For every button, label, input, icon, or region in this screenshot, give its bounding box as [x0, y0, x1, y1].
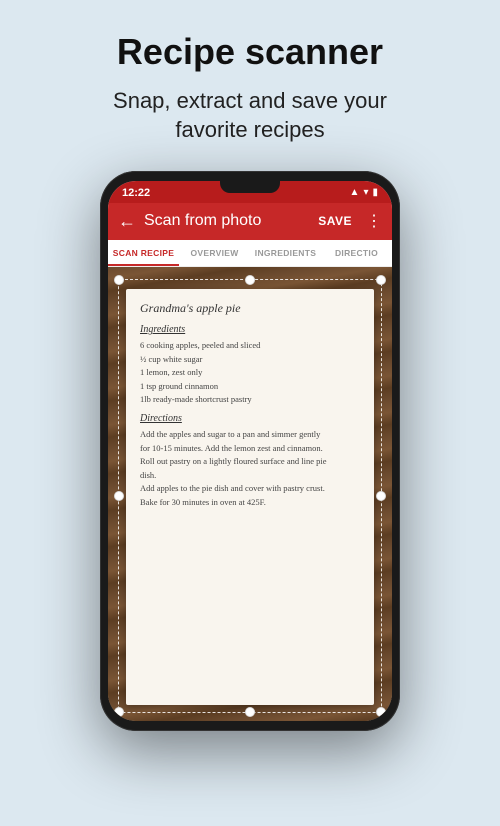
page-title: Recipe scanner [113, 32, 387, 72]
corner-handle-tm[interactable] [245, 275, 255, 285]
battery-icon: ▮ [372, 187, 378, 198]
app-bar-title: Scan from photo [144, 212, 310, 230]
phone-notch [220, 181, 280, 193]
phone-body: 12:22 ▲ ▾ ▮ ← Scan from photo SAVE ⋮ SCA… [100, 171, 400, 731]
save-button[interactable]: SAVE [318, 214, 352, 228]
tab-scan-recipe[interactable]: SCAN RECIPE [108, 240, 179, 266]
tab-directions[interactable]: DIRECTIO [321, 240, 392, 266]
tab-ingredients[interactable]: INGREDIENTS [250, 240, 321, 266]
header-section: Recipe scanner Snap, extract and save yo… [89, 0, 411, 161]
tab-overview[interactable]: OVERVIEW [179, 240, 250, 266]
wifi-icon: ▾ [363, 187, 368, 198]
corner-handle-ml[interactable] [114, 491, 124, 501]
back-button[interactable]: ← [118, 211, 136, 232]
phone-screen: 12:22 ▲ ▾ ▮ ← Scan from photo SAVE ⋮ SCA… [108, 181, 392, 721]
corner-handle-br[interactable] [376, 707, 386, 717]
scan-area: Grandma's apple pie Ingredients 6 cookin… [108, 267, 392, 721]
status-time: 12:22 [122, 187, 150, 199]
tabs-bar: SCAN RECIPE OVERVIEW INGREDIENTS DIRECTI… [108, 240, 392, 267]
more-menu-button[interactable]: ⋮ [366, 211, 382, 231]
scan-overlay [118, 279, 382, 713]
corner-handle-bm[interactable] [245, 707, 255, 717]
corner-handle-mr[interactable] [376, 491, 386, 501]
page-subtitle: Snap, extract and save your favorite rec… [113, 86, 387, 145]
status-icons: ▲ ▾ ▮ [350, 187, 378, 198]
signal-icon: ▲ [350, 187, 360, 198]
corner-handle-bl[interactable] [114, 707, 124, 717]
corner-handle-tl[interactable] [114, 275, 124, 285]
corner-handle-tr[interactable] [376, 275, 386, 285]
phone-mockup: 12:22 ▲ ▾ ▮ ← Scan from photo SAVE ⋮ SCA… [100, 171, 400, 731]
app-bar: ← Scan from photo SAVE ⋮ [108, 203, 392, 240]
